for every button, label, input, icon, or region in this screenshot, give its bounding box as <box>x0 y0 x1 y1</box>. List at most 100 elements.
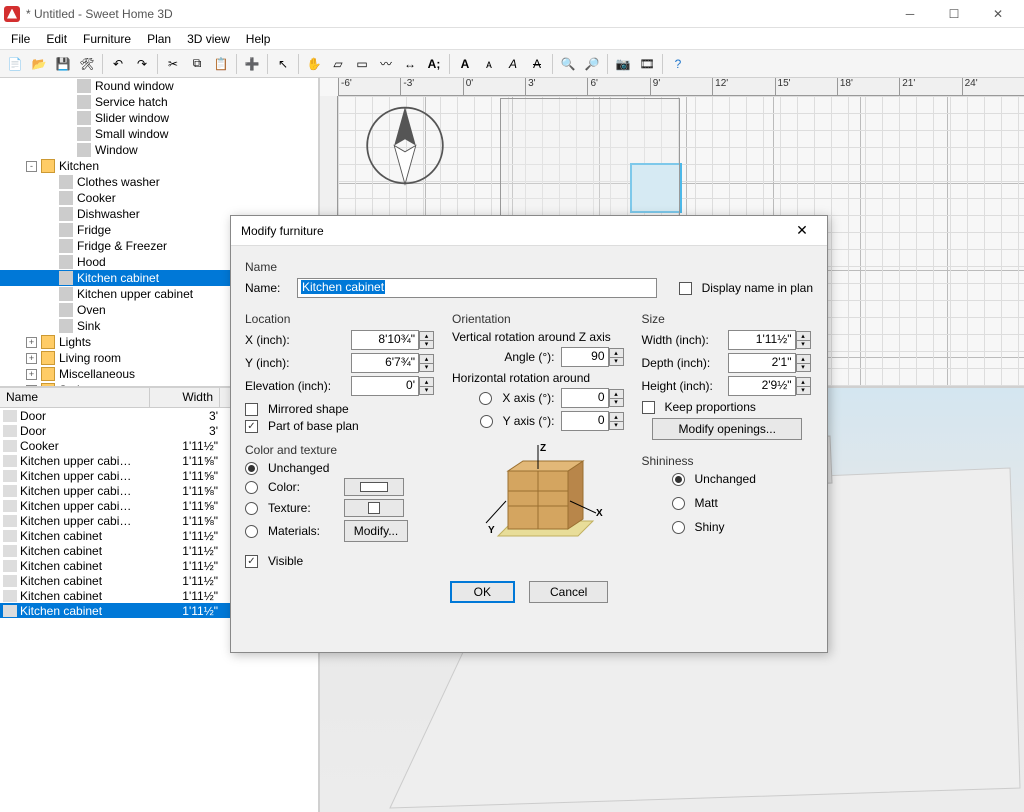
wall-tool-icon[interactable]: ▱ <box>327 53 349 75</box>
tree-item[interactable]: Round window <box>0 78 318 94</box>
menu-furniture[interactable]: Furniture <box>76 30 138 48</box>
tree-item-label: Dishwasher <box>77 207 140 221</box>
select-tool-icon[interactable]: ↖ <box>272 53 294 75</box>
angle-input[interactable]: 90 <box>561 347 609 367</box>
tree-item[interactable]: Small window <box>0 126 318 142</box>
copy-icon[interactable]: ⧉ <box>186 53 208 75</box>
redo-icon[interactable]: ↷ <box>131 53 153 75</box>
texture-swatch-button[interactable] <box>344 499 404 517</box>
dimension-tool-icon[interactable]: ↔ <box>399 53 421 75</box>
name-input[interactable]: Kitchen cabinet <box>297 278 657 298</box>
visible-checkbox[interactable]: ✓ <box>245 555 258 568</box>
yaxis-input[interactable]: 0 <box>561 411 609 431</box>
materials-modify-button[interactable]: Modify... <box>344 520 408 542</box>
cut-icon[interactable]: ✂ <box>162 53 184 75</box>
xaxis-radio[interactable] <box>479 392 492 405</box>
new-icon[interactable]: 📄 <box>4 53 26 75</box>
mirrored-checkbox[interactable] <box>245 403 258 416</box>
width-input[interactable]: 1'11½" <box>728 330 796 350</box>
minimize-button[interactable]: ─ <box>888 0 932 28</box>
modify-openings-button[interactable]: Modify openings... <box>652 418 802 440</box>
color-swatch-button[interactable] <box>344 478 404 496</box>
menu-file[interactable]: File <box>4 30 37 48</box>
menu-3d-view[interactable]: 3D view <box>180 30 237 48</box>
width-spinner[interactable]: ▴▾ <box>796 331 811 349</box>
yaxis-radio[interactable] <box>480 415 493 428</box>
tree-item[interactable]: -Kitchen <box>0 158 318 174</box>
text-tool-icon[interactable]: A; <box>423 53 445 75</box>
xaxis-input[interactable]: 0 <box>561 388 609 408</box>
x-input[interactable]: 8'10¾" <box>351 330 419 350</box>
text-italic-icon[interactable]: A <box>502 53 524 75</box>
add-furniture-icon[interactable]: ➕ <box>241 53 263 75</box>
shininess-shiny-radio[interactable] <box>672 521 685 534</box>
furniture-icon <box>3 530 17 542</box>
room-tool-icon[interactable]: ▭ <box>351 53 373 75</box>
col-width-header[interactable]: Width <box>150 388 220 407</box>
tree-item[interactable]: Slider window <box>0 110 318 126</box>
depth-label: Depth (inch): <box>642 356 722 370</box>
paste-icon[interactable]: 📋 <box>210 53 232 75</box>
folder-icon <box>41 367 55 381</box>
xaxis-spinner[interactable]: ▴▾ <box>609 389 624 407</box>
menu-plan[interactable]: Plan <box>140 30 178 48</box>
cell-width: 1'11½" <box>148 529 218 543</box>
save-icon[interactable]: 💾 <box>52 53 74 75</box>
polyline-tool-icon[interactable]: 〰 <box>375 53 397 75</box>
cancel-button[interactable]: Cancel <box>529 581 608 603</box>
dialog-close-button[interactable]: ✕ <box>787 216 817 246</box>
keep-proportions-checkbox[interactable] <box>642 401 655 414</box>
texture-radio[interactable] <box>245 502 258 515</box>
photo-icon[interactable]: 📷 <box>612 53 634 75</box>
close-button[interactable]: ✕ <box>976 0 1020 28</box>
color-radio[interactable] <box>245 481 258 494</box>
furniture-icon <box>3 545 17 557</box>
elevation-input[interactable]: 0' <box>351 376 419 396</box>
tree-expander-icon[interactable]: + <box>26 385 37 387</box>
tree-expander-icon[interactable]: + <box>26 337 37 348</box>
pan-tool-icon[interactable]: ✋ <box>303 53 325 75</box>
width-label: Width (inch): <box>642 333 722 347</box>
depth-input[interactable]: 2'1" <box>728 353 796 373</box>
tree-item[interactable]: Cooker <box>0 190 318 206</box>
tree-item[interactable]: Clothes washer <box>0 174 318 190</box>
text-strike-icon[interactable]: A <box>526 53 548 75</box>
zoom-out-icon[interactable]: 🔎 <box>581 53 603 75</box>
shininess-unchanged-radio[interactable] <box>672 473 685 486</box>
maximize-button[interactable]: ☐ <box>932 0 976 28</box>
tree-item[interactable]: Service hatch <box>0 94 318 110</box>
col-name-header[interactable]: Name <box>0 388 150 407</box>
display-name-checkbox[interactable] <box>679 282 692 295</box>
x-spinner[interactable]: ▴▾ <box>419 331 434 349</box>
prefs-icon[interactable]: 🛠 <box>76 53 98 75</box>
help-icon[interactable]: ? <box>667 53 689 75</box>
tree-expander-icon[interactable]: + <box>26 353 37 364</box>
text-small-icon[interactable]: ᴀ <box>478 53 500 75</box>
y-input[interactable]: 6'7¾" <box>351 353 419 373</box>
video-icon[interactable]: 🎞 <box>636 53 658 75</box>
height-spinner[interactable]: ▴▾ <box>796 377 811 395</box>
tree-expander-icon[interactable]: - <box>26 161 37 172</box>
depth-spinner[interactable]: ▴▾ <box>796 354 811 372</box>
tree-expander-icon[interactable]: + <box>26 369 37 380</box>
menu-help[interactable]: Help <box>239 30 278 48</box>
text-bold-icon[interactable]: A <box>454 53 476 75</box>
baseplan-checkbox[interactable]: ✓ <box>245 420 258 433</box>
shininess-matt-radio[interactable] <box>672 497 685 510</box>
height-input[interactable]: 2'9½" <box>728 376 796 396</box>
elevation-spinner[interactable]: ▴▾ <box>419 377 434 395</box>
ok-button[interactable]: OK <box>450 581 515 603</box>
furniture-icon <box>3 440 17 452</box>
undo-icon[interactable]: ↶ <box>107 53 129 75</box>
angle-spinner[interactable]: ▴▾ <box>609 348 624 366</box>
yaxis-spinner[interactable]: ▴▾ <box>609 412 624 430</box>
furniture-icon <box>3 605 17 617</box>
angle-label: Angle (°): <box>504 350 554 364</box>
materials-radio[interactable] <box>245 525 258 538</box>
open-icon[interactable]: 📂 <box>28 53 50 75</box>
color-unchanged-radio[interactable] <box>245 462 258 475</box>
menu-edit[interactable]: Edit <box>39 30 74 48</box>
zoom-in-icon[interactable]: 🔍 <box>557 53 579 75</box>
y-spinner[interactable]: ▴▾ <box>419 354 434 372</box>
tree-item[interactable]: Window <box>0 142 318 158</box>
